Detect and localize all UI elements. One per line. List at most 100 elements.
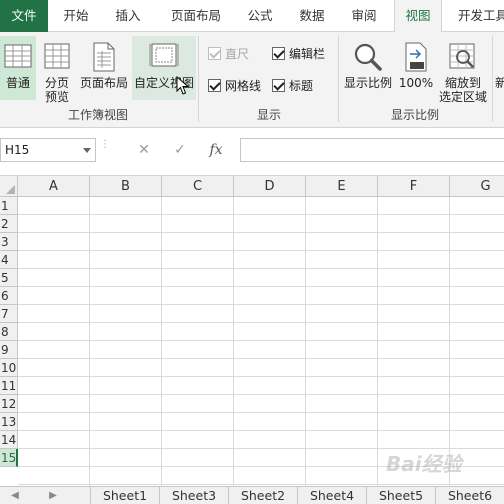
zoom-to-selection-button[interactable]: 缩放到 选定区域 [436, 36, 490, 104]
formula-bar-checkbox[interactable]: 编辑栏 [272, 46, 336, 62]
zoom-to-selection-icon [449, 43, 475, 69]
sheet-tab[interactable]: Sheet1 [90, 487, 159, 504]
column-header[interactable]: E [306, 176, 378, 197]
tab-file[interactable]: 文件 [0, 0, 48, 32]
sheet-tab-bar: ◀ ▶ Sheet1 Sheet3 Sheet2 Sheet4 Sheet5 Sheet6 [0, 486, 504, 504]
next-sheet-icon[interactable]: ▶ [46, 487, 60, 504]
insert-function-icon[interactable]: fx [202, 138, 230, 162]
zoom-group-label: 显示比例 [390, 108, 439, 122]
formula-bar: H15 ⋮ ✕ ✓ fx [0, 128, 504, 176]
headings-label: 标题 [289, 79, 314, 93]
tab-view[interactable]: 视图 [394, 0, 442, 33]
formula-buttons: ✕ ✓ fx [108, 138, 232, 162]
sheet-tab[interactable]: Sheet2 [228, 487, 297, 504]
row-header[interactable]: 4 [0, 251, 18, 269]
name-box-value: H15 [5, 143, 30, 157]
row-header[interactable]: 3 [0, 233, 18, 251]
ruler-label: 直尺 [225, 47, 250, 61]
zoom-100-label: 100% [398, 76, 434, 90]
excel-window: 文件 开始 插入 页面布局 公式 数据 审阅 视图 开发工具 普通 分页 预览 [0, 0, 504, 504]
gridlines-label: 网格线 [225, 79, 262, 93]
ribbon-tab-bar: 文件 开始 插入 页面布局 公式 数据 审阅 视图 开发工具 [0, 0, 504, 33]
new-window-button[interactable]: 新 [494, 76, 504, 96]
zoom-to-selection-label-1: 缩放到 [444, 76, 481, 90]
worksheet-grid: ABCDEFG 1 2 3 4 5 6 7 8 9 10 11 12 13 14 15 [0, 176, 504, 486]
row-header[interactable]: 11 [0, 377, 18, 395]
row-header[interactable]: 1 [0, 197, 18, 215]
row-header[interactable]: 14 [0, 431, 18, 449]
normal-view-label: 普通 [5, 76, 30, 90]
page-break-label-2: 预览 [44, 90, 69, 104]
column-header[interactable]: A [18, 176, 90, 197]
column-header[interactable]: D [234, 176, 306, 197]
row-header[interactable]: 7 [0, 305, 18, 323]
checkbox-check-icon [272, 79, 285, 92]
gridlines-checkbox[interactable]: 网格线 [208, 78, 272, 94]
enter-icon[interactable]: ✓ [166, 138, 194, 162]
checkbox-check-icon [208, 79, 221, 92]
prev-sheet-icon[interactable]: ◀ [8, 487, 22, 504]
chevron-down-icon[interactable] [83, 148, 91, 153]
new-window-label: 新 [494, 76, 504, 90]
ribbon-separator [198, 36, 199, 122]
zoom-100-icon [405, 42, 427, 72]
column-header[interactable]: B [90, 176, 162, 197]
row-header[interactable]: 13 [0, 413, 18, 431]
tab-data[interactable]: 数据 [290, 0, 334, 32]
row-header[interactable]: 6 [0, 287, 18, 305]
custom-views-button[interactable]: 自定义视图 [132, 36, 196, 100]
zoom-button[interactable]: 显示比例 [342, 36, 394, 100]
sheet-tab[interactable]: Sheet4 [297, 487, 366, 504]
headings-checkbox[interactable]: 标题 [272, 78, 336, 94]
page-layout-view-button[interactable]: 页面布局 [78, 36, 130, 100]
zoom-to-selection-label-2: 选定区域 [438, 90, 487, 104]
row-header[interactable]: 8 [0, 323, 18, 341]
row-header[interactable]: 5 [0, 269, 18, 287]
cell-area[interactable] [18, 197, 504, 486]
normal-view-button[interactable]: 普通 [0, 36, 36, 100]
column-header[interactable]: C [162, 176, 234, 197]
tab-insert[interactable]: 插入 [104, 0, 152, 32]
tab-home[interactable]: 开始 [52, 0, 100, 32]
sheet-tab[interactable]: Sheet5 [366, 487, 435, 504]
tab-formulas[interactable]: 公式 [238, 0, 282, 32]
cancel-icon[interactable]: ✕ [130, 138, 158, 162]
normal-view-icon [4, 44, 32, 68]
row-header[interactable]: 15 [0, 449, 18, 467]
row-header[interactable]: 10 [0, 359, 18, 377]
column-header[interactable]: G [450, 176, 504, 197]
checkbox-check-icon [208, 47, 221, 60]
custom-views-icon [149, 43, 179, 67]
checkbox-check-icon [272, 47, 285, 60]
row-header[interactable]: 2 [0, 215, 18, 233]
select-all-button[interactable] [0, 176, 18, 197]
ribbon-panel: 普通 分页 预览 页面布局 自定义视图 工作簿视图 直尺 编辑栏 网格线 标题 … [0, 32, 504, 128]
sheet-tab[interactable]: Sheet3 [159, 487, 228, 504]
zoom-100-button[interactable]: 100% [396, 36, 436, 100]
ribbon-separator [492, 36, 493, 122]
watermark: Bai经验 [386, 452, 462, 476]
page-layout-icon [93, 42, 115, 72]
workbook-views-group-label: 工作簿视图 [67, 108, 128, 122]
row-header[interactable]: 12 [0, 395, 18, 413]
column-header[interactable]: F [378, 176, 450, 197]
tab-page-layout[interactable]: 页面布局 [160, 0, 232, 32]
formula-input[interactable] [240, 138, 504, 162]
show-group-label: 显示 [256, 108, 281, 122]
drag-handle-icon[interactable]: ⋮ [100, 140, 110, 158]
mouse-cursor-icon [176, 76, 190, 95]
ruler-checkbox[interactable]: 直尺 [208, 46, 268, 62]
page-layout-label: 页面布局 [79, 76, 128, 90]
page-break-label-1: 分页 [44, 76, 69, 90]
page-break-preview-button[interactable]: 分页 预览 [38, 36, 76, 104]
name-box[interactable]: H15 [0, 138, 96, 162]
tab-developer[interactable]: 开发工具 [450, 0, 504, 32]
ribbon-separator [338, 36, 339, 122]
page-break-preview-icon [44, 43, 70, 69]
row-header[interactable]: 9 [0, 341, 18, 359]
magnifier-icon [354, 43, 382, 71]
sheet-tab[interactable]: Sheet6 [435, 487, 504, 504]
formula-bar-label: 编辑栏 [289, 47, 326, 61]
zoom-label: 显示比例 [343, 76, 392, 90]
tab-review[interactable]: 审阅 [342, 0, 386, 32]
